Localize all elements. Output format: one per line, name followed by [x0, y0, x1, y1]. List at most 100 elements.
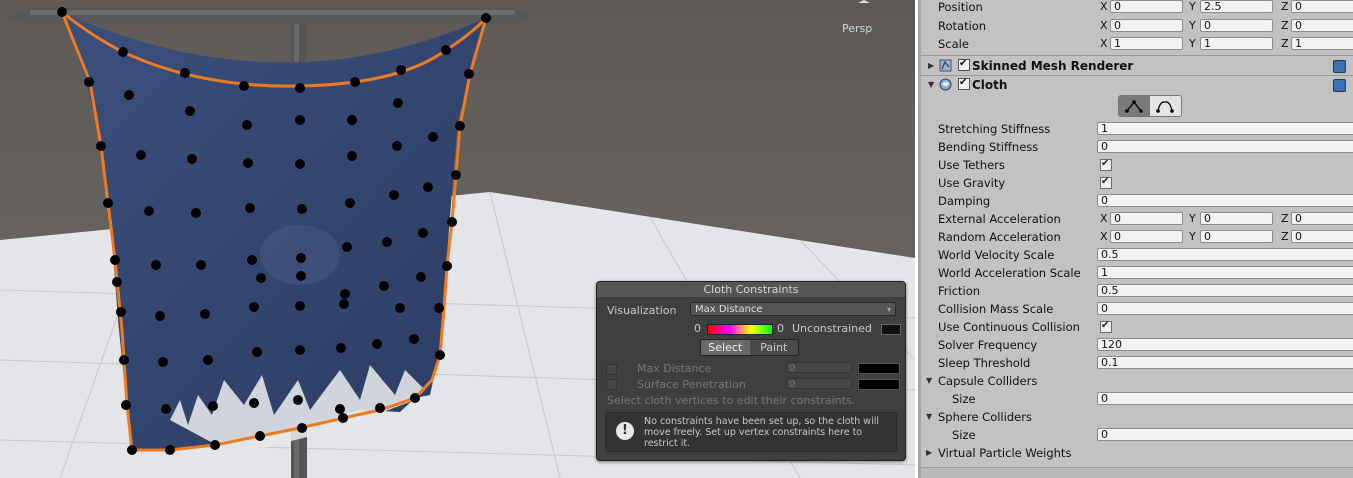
cloth-vertex-handle[interactable]: [296, 271, 306, 281]
cloth-vertex-handle[interactable]: [395, 303, 405, 313]
cloth-vertex-handle[interactable]: [295, 115, 305, 125]
cloth-vertex-handle[interactable]: [372, 339, 382, 349]
damping-field[interactable]: 0: [1097, 194, 1353, 207]
cloth-vertex-handle[interactable]: [191, 208, 201, 218]
cloth-vertex-handle[interactable]: [103, 198, 113, 208]
random-acceleration-z-field[interactable]: 0: [1291, 230, 1353, 243]
cloth-vertex-handle[interactable]: [243, 158, 253, 168]
external-acceleration-x-field[interactable]: 0: [1110, 212, 1183, 225]
cloth-vertex-handle[interactable]: [57, 7, 67, 17]
rotation-x-field[interactable]: 0: [1110, 19, 1183, 32]
external-acceleration-y-field[interactable]: 0: [1200, 212, 1273, 225]
cloth-vertex-handle[interactable]: [347, 115, 357, 125]
cloth-vertex-handle[interactable]: [442, 261, 452, 271]
edit-constraints-button[interactable]: [1119, 96, 1150, 116]
cloth-header[interactable]: ▼ Cloth: [921, 76, 1353, 94]
surface-penetration-checkbox[interactable]: [606, 379, 617, 390]
cloth-vertex-handle[interactable]: [347, 151, 357, 161]
friction-field[interactable]: 0.5: [1097, 284, 1353, 297]
cloth-vertex-handle[interactable]: [409, 334, 419, 344]
cloth-vertex-handle[interactable]: [345, 198, 355, 208]
cloth-vertex-handle[interactable]: [392, 141, 402, 151]
cloth-vertex-handle[interactable]: [350, 77, 360, 87]
skinned-mesh-enabled-checkbox[interactable]: [958, 58, 970, 71]
cloth-vertex-handle[interactable]: [208, 401, 218, 411]
max-distance-checkbox[interactable]: [606, 364, 617, 375]
cloth-vertex-handle[interactable]: [428, 132, 438, 142]
foldout-expanded-icon[interactable]: ▼: [926, 376, 932, 385]
cloth-vertex-handle[interactable]: [379, 281, 389, 291]
cloth-vertex-handle[interactable]: [375, 403, 385, 413]
world-velocity-scale-field[interactable]: 0.5: [1097, 248, 1353, 261]
help-book-icon[interactable]: [1333, 79, 1346, 92]
cloth-vertex-handle[interactable]: [297, 204, 307, 214]
cloth-vertex-handle[interactable]: [185, 106, 195, 116]
edit-self-collision-button[interactable]: [1150, 96, 1181, 116]
sphere-colliders-size-field[interactable]: 0: [1097, 428, 1353, 441]
cloth-vertex-handle[interactable]: [396, 65, 406, 75]
use-gravity-checkbox[interactable]: [1100, 176, 1112, 189]
cloth-vertex-handle[interactable]: [144, 206, 154, 216]
surface-penetration-field[interactable]: 0: [786, 378, 852, 390]
cloth-vertex-handle[interactable]: [295, 345, 305, 355]
use-continuous-collision-checkbox[interactable]: [1100, 320, 1112, 333]
cloth-vertex-handle[interactable]: [158, 357, 168, 367]
cloth-vertex-handle[interactable]: [340, 289, 350, 299]
cloth-vertex-handle[interactable]: [203, 355, 213, 365]
help-book-icon[interactable]: [1333, 60, 1346, 73]
cloth-vertex-handle[interactable]: [210, 440, 220, 450]
cloth-vertex-handle[interactable]: [447, 217, 457, 227]
cloth-vertex-handle[interactable]: [434, 303, 444, 313]
cloth-vertex-handle[interactable]: [180, 68, 190, 78]
cloth-vertex-handle[interactable]: [136, 150, 146, 160]
cloth-vertex-handle[interactable]: [239, 81, 249, 91]
cloth-vertex-handle[interactable]: [416, 272, 426, 282]
cloth-vertex-handle[interactable]: [151, 260, 161, 270]
foldout-collapsed-icon[interactable]: ▶: [926, 448, 932, 457]
cloth-vertex-handle[interactable]: [455, 121, 465, 131]
scene-view[interactable]: Persp Cloth Constraints Visualization Ma…: [0, 0, 915, 478]
cloth-vertex-handle[interactable]: [245, 203, 255, 213]
cloth-vertex-handle[interactable]: [84, 77, 94, 87]
foldout-expanded-icon[interactable]: ▼: [928, 80, 934, 89]
cloth-vertex-handle[interactable]: [335, 404, 345, 414]
cloth-vertex-handle[interactable]: [382, 237, 392, 247]
capsule-colliders-row[interactable]: ▼ Capsule Colliders: [921, 372, 1353, 390]
cloth-vertex-handle[interactable]: [110, 255, 120, 265]
cloth-vertex-handle[interactable]: [464, 69, 474, 79]
next-component-header[interactable]: [921, 468, 1353, 478]
foldout-expanded-icon[interactable]: ▼: [926, 412, 932, 421]
persp-label[interactable]: Persp: [842, 22, 872, 35]
cloth-vertex-handle[interactable]: [389, 190, 399, 200]
cloth-vertex-handle[interactable]: [252, 347, 262, 357]
rotation-z-field[interactable]: 0: [1291, 19, 1353, 32]
cloth-vertex-handle[interactable]: [441, 45, 451, 55]
sphere-colliders-row[interactable]: ▼ Sphere Colliders: [921, 408, 1353, 426]
cloth-vertex-handle[interactable]: [423, 182, 433, 192]
virtual-particle-weights-row[interactable]: ▶ Virtual Particle Weights: [921, 444, 1353, 462]
visualization-dropdown[interactable]: Max Distance ▾: [690, 302, 896, 316]
cloth-vertex-handle[interactable]: [155, 311, 165, 321]
cloth-vertex-handle[interactable]: [242, 120, 252, 130]
cloth-vertex-handle[interactable]: [295, 159, 305, 169]
cloth-vertex-handle[interactable]: [165, 445, 175, 455]
stretching-stiffness-field[interactable]: 1: [1097, 122, 1353, 135]
surface-penetration-color[interactable]: [858, 379, 900, 390]
unconstrained-color-swatch[interactable]: [881, 324, 901, 335]
cloth-vertex-handle[interactable]: [249, 398, 259, 408]
cloth-vertex-handle[interactable]: [297, 423, 307, 433]
max-distance-field[interactable]: 0: [786, 362, 852, 374]
cloth-vertex-handle[interactable]: [196, 260, 206, 270]
rotation-y-field[interactable]: 0: [1200, 19, 1273, 32]
cloth-vertex-handle[interactable]: [255, 431, 265, 441]
cloth-vertex-handle[interactable]: [121, 400, 131, 410]
cloth-vertex-handle[interactable]: [256, 273, 266, 283]
random-acceleration-y-field[interactable]: 0: [1200, 230, 1273, 243]
scale-x-field[interactable]: 1: [1110, 37, 1183, 50]
cloth-vertex-handle[interactable]: [435, 350, 445, 360]
paint-button[interactable]: Paint: [749, 340, 798, 355]
external-acceleration-z-field[interactable]: 0: [1291, 212, 1353, 225]
position-z-field[interactable]: 0: [1291, 0, 1353, 13]
cloth-vertex-handle[interactable]: [339, 299, 349, 309]
collision-mass-scale-field[interactable]: 0: [1097, 302, 1353, 315]
